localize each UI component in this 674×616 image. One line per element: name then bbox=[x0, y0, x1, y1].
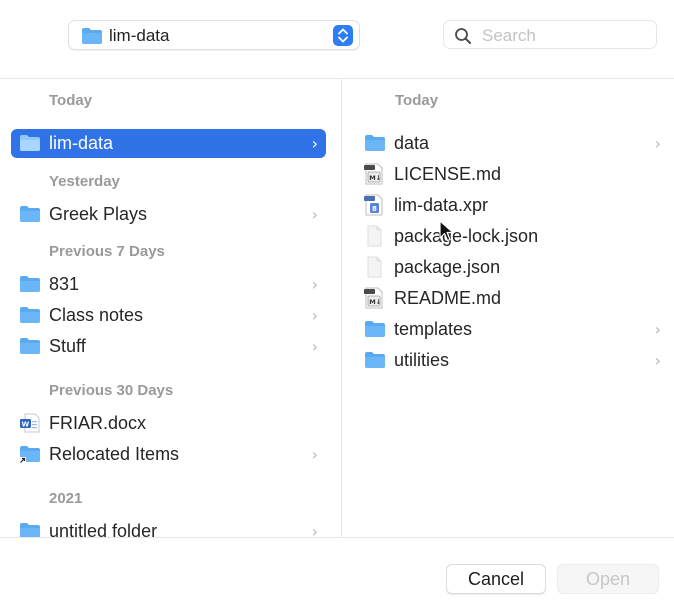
toolbar: lim-data bbox=[0, 0, 674, 78]
svg-text:W: W bbox=[22, 421, 30, 429]
folder-icon bbox=[20, 276, 40, 292]
folder-icon bbox=[20, 523, 40, 537]
svg-text:M↓: M↓ bbox=[369, 298, 381, 306]
list-item-label: utilities bbox=[394, 350, 450, 370]
chevron-up-down-icon bbox=[338, 28, 348, 43]
search-input[interactable] bbox=[480, 24, 654, 48]
search-field[interactable] bbox=[443, 20, 657, 49]
list-item-label: package-lock.json bbox=[394, 226, 539, 246]
list-item-label: README.md bbox=[394, 288, 502, 308]
list-item-label: Relocated Items bbox=[49, 444, 180, 464]
chevron-right-icon: › bbox=[311, 337, 318, 356]
chevron-right-icon: › bbox=[654, 320, 661, 339]
chevron-right-icon: › bbox=[311, 275, 318, 294]
section-label-previous-30-days: Previous 30 Days bbox=[49, 382, 174, 399]
list-item-templates[interactable]: templates › bbox=[356, 315, 669, 344]
list-item-stuff[interactable]: Stuff › bbox=[11, 332, 326, 361]
list-item-package-lock-json[interactable]: package-lock.json bbox=[356, 222, 669, 251]
section-label-today: Today bbox=[395, 92, 439, 109]
browser-columns: Today lim-data › Yesterday Greek Plays ›… bbox=[0, 78, 674, 538]
list-item-label: FRIAR.docx bbox=[49, 413, 147, 433]
folder-icon bbox=[365, 321, 385, 337]
list-item-license-md[interactable]: M↓ LICENSE.md bbox=[356, 160, 669, 189]
svg-text:8: 8 bbox=[372, 205, 377, 213]
list-item-lim-data[interactable]: lim-data › bbox=[11, 129, 326, 158]
list-item-package-json[interactable]: package.json bbox=[356, 253, 669, 282]
list-item-relocated-items[interactable]: Relocated Items › bbox=[11, 440, 326, 469]
folder-icon bbox=[20, 206, 40, 222]
list-item-label: lim-data bbox=[49, 133, 114, 153]
chevron-right-icon: › bbox=[311, 134, 318, 153]
list-item-label: Stuff bbox=[49, 336, 86, 356]
folder-icon bbox=[365, 135, 385, 151]
list-item-label: Greek Plays bbox=[49, 204, 148, 224]
chevron-right-icon: › bbox=[654, 134, 661, 153]
section-label-yesterday: Yesterday bbox=[49, 173, 120, 190]
list-item-label: data bbox=[394, 133, 430, 153]
section-label-today: Today bbox=[49, 92, 93, 109]
list-item-label: LICENSE.md bbox=[394, 164, 502, 184]
list-item-label: lim-data.xpr bbox=[394, 195, 489, 215]
list-item-label: templates bbox=[394, 319, 473, 339]
open-button[interactable]: Open bbox=[557, 564, 659, 594]
chevron-right-icon: › bbox=[311, 445, 318, 464]
chevron-right-icon: › bbox=[311, 522, 318, 537]
list-item-label: Class notes bbox=[49, 305, 144, 325]
list-item-untitled-folder[interactable]: untitled folder › bbox=[11, 517, 326, 537]
folder-icon bbox=[365, 352, 385, 368]
markdown-file-icon: M↓ bbox=[364, 163, 383, 185]
list-item-friar-docx[interactable]: W FRIAR.docx bbox=[11, 409, 326, 438]
list-item-greek-plays[interactable]: Greek Plays › bbox=[11, 200, 326, 229]
xpr-file-icon: 8 bbox=[364, 194, 383, 216]
list-item-label: package.json bbox=[394, 257, 501, 277]
recents-column[interactable]: Today lim-data › Yesterday Greek Plays ›… bbox=[0, 79, 341, 537]
list-item-label: untitled folder bbox=[49, 521, 158, 537]
document-icon bbox=[367, 256, 382, 278]
markdown-file-icon: M↓ bbox=[364, 287, 383, 309]
list-item-readme-md[interactable]: M↓ README.md bbox=[356, 284, 669, 313]
list-item-data[interactable]: data › bbox=[356, 129, 669, 158]
list-item-lim-data-xpr[interactable]: 8 lim-data.xpr bbox=[356, 191, 669, 220]
list-item-label: 831 bbox=[49, 274, 80, 294]
list-item-class-notes[interactable]: Class notes › bbox=[11, 301, 326, 330]
document-icon bbox=[367, 225, 382, 247]
alias-folder-icon bbox=[19, 446, 40, 464]
chevron-right-icon: › bbox=[311, 306, 318, 325]
folder-icon bbox=[82, 28, 102, 44]
location-popup[interactable]: lim-data bbox=[68, 20, 360, 50]
list-item-831[interactable]: 831 › bbox=[11, 270, 326, 299]
cancel-button[interactable]: Cancel bbox=[446, 564, 546, 594]
list-item-utilities[interactable]: utilities › bbox=[356, 346, 669, 375]
folder-icon bbox=[20, 135, 40, 151]
section-label-2021: 2021 bbox=[49, 490, 83, 507]
location-stepper[interactable] bbox=[333, 25, 353, 46]
search-icon bbox=[455, 28, 471, 44]
chevron-right-icon: › bbox=[311, 205, 318, 224]
folder-icon bbox=[20, 338, 40, 354]
mouse-cursor-icon bbox=[439, 220, 454, 242]
svg-text:M↓: M↓ bbox=[369, 174, 381, 182]
chevron-right-icon: › bbox=[654, 351, 661, 370]
word-document-icon: W bbox=[20, 413, 40, 433]
folder-icon bbox=[20, 307, 40, 323]
section-label-previous-7-days: Previous 7 Days bbox=[49, 243, 165, 260]
location-label: lim-data bbox=[109, 26, 170, 45]
folder-contents-column[interactable]: Today data › M↓ LICENSE.md 8 lim-data.xp… bbox=[342, 79, 674, 537]
